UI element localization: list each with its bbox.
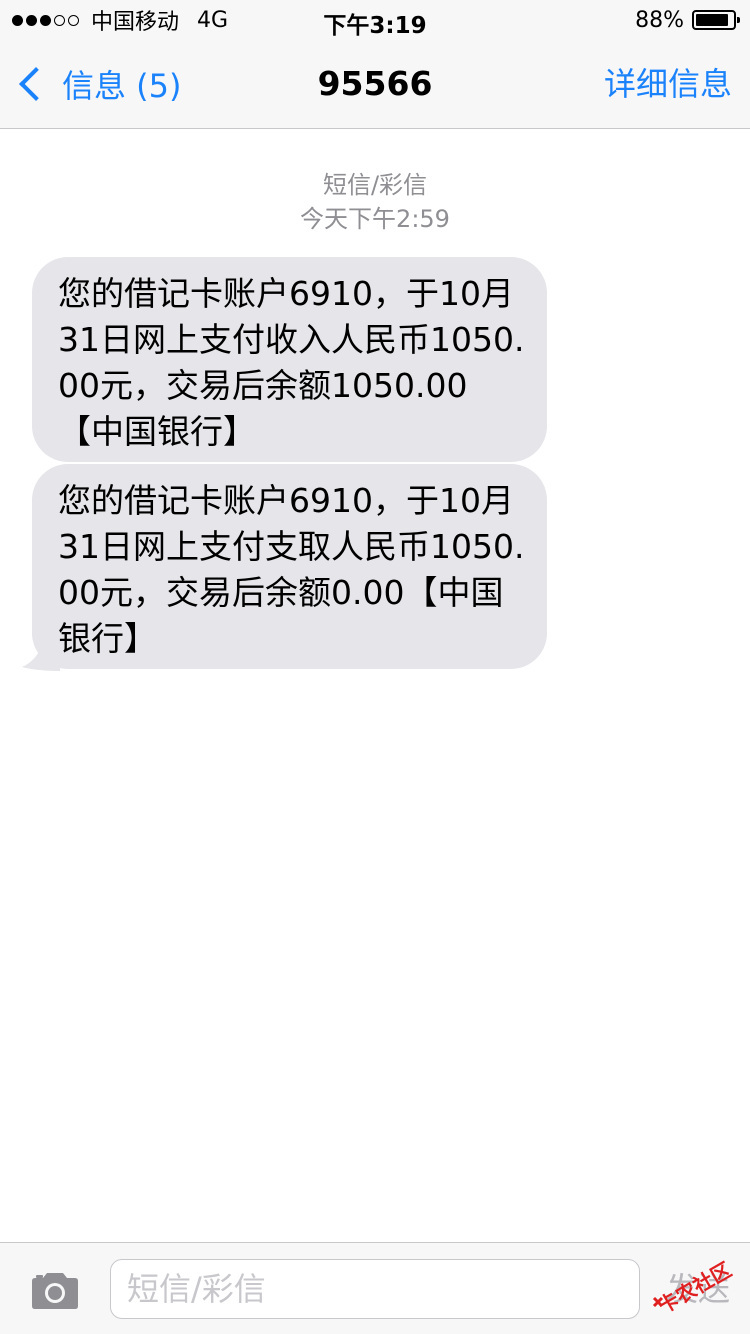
watermark-logo: 卡农社区 [652,1257,735,1316]
chevron-left-icon [19,67,53,101]
bubble-tail [22,645,60,671]
camera-icon [32,1273,78,1309]
received-message-bubble[interactable]: 您的借记卡账户6910，于10月31日网上支付支取人民币1050.00元，交易后… [32,464,547,669]
received-message-bubble[interactable]: 您的借记卡账户6910，于10月31日网上支付收入人民币1050.00元，交易后… [32,257,547,462]
back-button[interactable]: 信息 (5) [14,40,182,128]
compose-bar: 短信/彩信 发送 [0,1242,750,1334]
message-type-label: 短信/彩信 [322,171,428,199]
messages-screen: 中国移动 4G 下午3:19 88% 信息 (5) 95566 详细信息 短信/… [0,0,750,1334]
details-button[interactable]: 详细信息 [604,40,732,128]
message-thread[interactable]: 短信/彩信 今天下午2:59 您的借记卡账户6910，于10月31日网上支付收入… [0,129,750,1241]
navigation-bar: 信息 (5) 95566 详细信息 [0,40,750,129]
status-right: 88% [635,6,740,34]
watermark-text: 卡农社区 [654,1257,735,1316]
status-bar: 中国移动 4G 下午3:19 88% [0,0,750,40]
message-input[interactable]: 短信/彩信 [110,1259,640,1319]
battery-icon [692,10,740,30]
battery-tip [737,17,740,23]
battery-percent: 88% [635,7,684,33]
message-timestamp: 今天下午2:59 [300,205,450,233]
back-button-label: 信息 (5) [62,67,182,105]
battery-level-fill [696,14,728,26]
camera-button[interactable] [28,1271,82,1311]
